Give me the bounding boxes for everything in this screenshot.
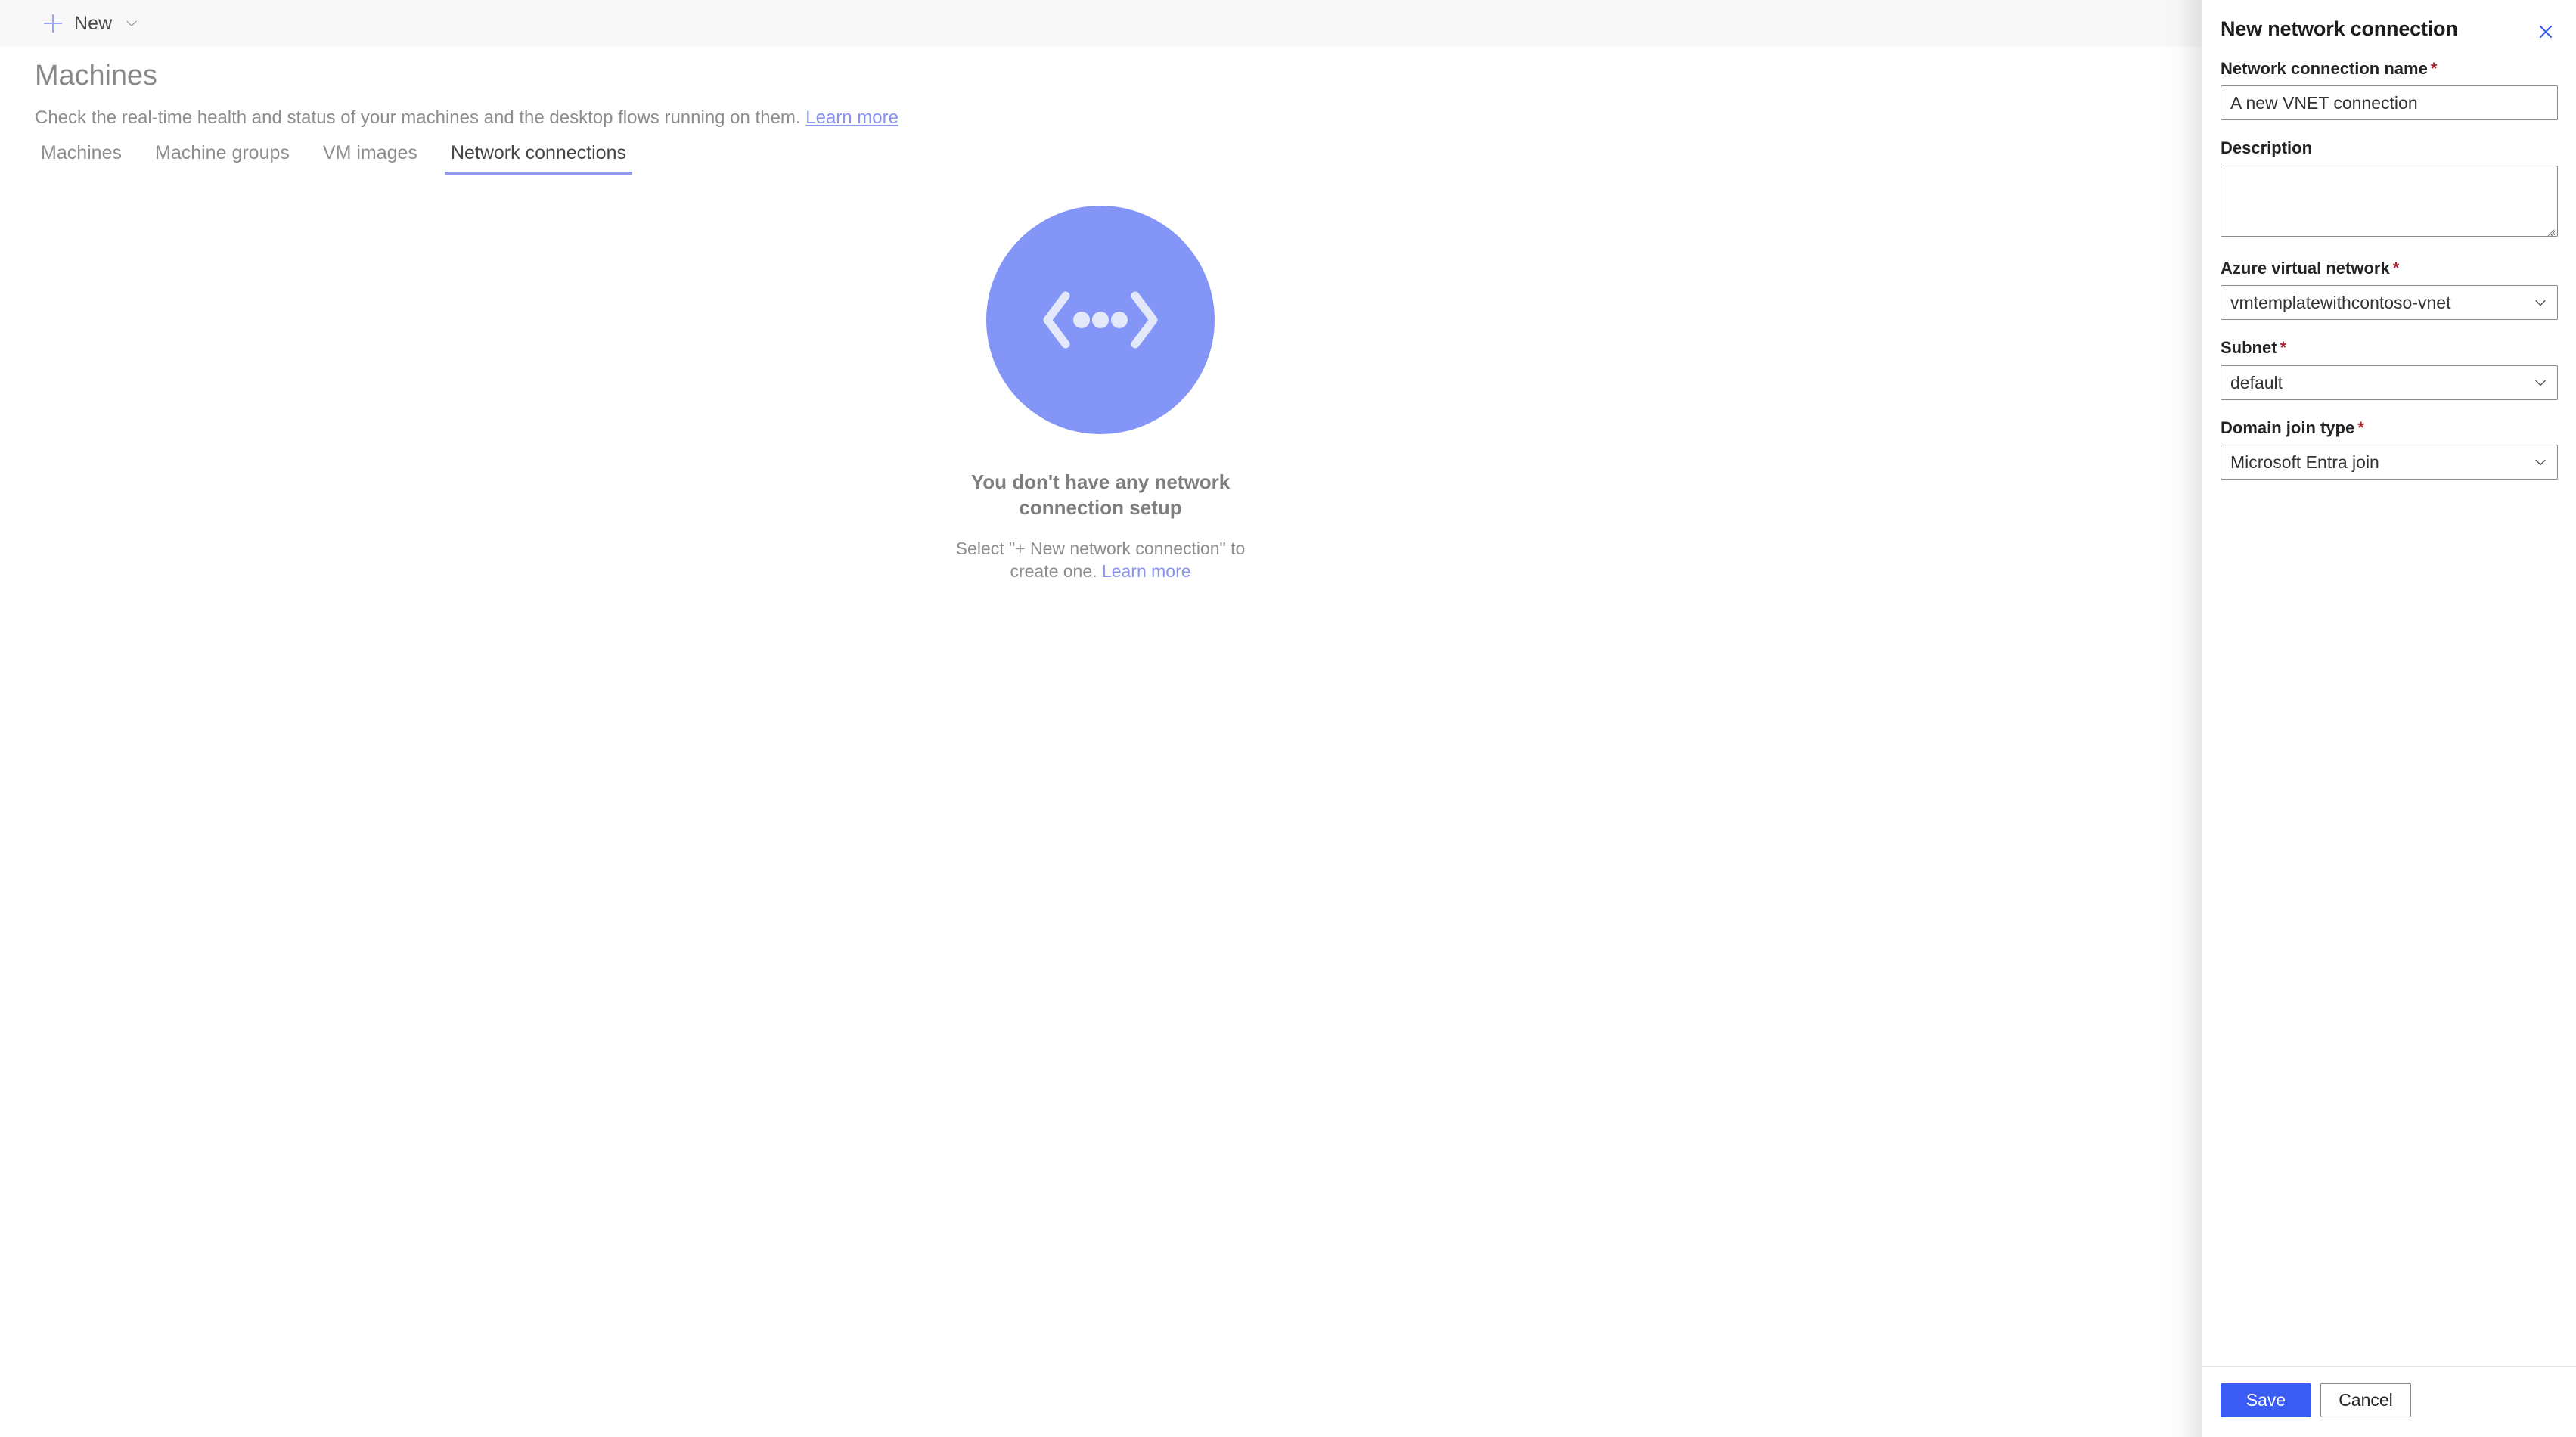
panel-title: New network connection xyxy=(2221,17,2458,40)
save-button[interactable]: Save xyxy=(2221,1383,2311,1417)
panel-shadow xyxy=(2160,0,2202,1437)
subnet-label: Subnet * xyxy=(2221,338,2558,358)
required-marker: * xyxy=(2357,417,2364,437)
required-marker: * xyxy=(2392,258,2400,278)
description-label: Description xyxy=(2221,138,2313,158)
page-subtitle-learn-more-link[interactable]: Learn more xyxy=(805,107,898,128)
app-root: New Machines Check the real-time health … xyxy=(0,0,2576,1437)
required-marker: * xyxy=(2430,59,2438,78)
domain-join-type-select-wrapper: Microsoft Entra join xyxy=(2221,444,2558,480)
required-marker: * xyxy=(2280,338,2287,358)
field-subnet: Subnet * default xyxy=(2221,338,2558,400)
azure-virtual-network-label-text: Azure virtual network xyxy=(2221,258,2390,278)
tab-machine-groups[interactable]: Machine groups xyxy=(138,142,306,175)
new-button-label: New xyxy=(74,12,113,34)
azure-virtual-network-select-wrapper: vmtemplatewithcontoso-vnet xyxy=(2221,285,2558,321)
chevron-down-icon xyxy=(124,16,139,31)
subnet-label-text: Subnet xyxy=(2221,338,2277,358)
cancel-button[interactable]: Cancel xyxy=(2320,1383,2411,1417)
network-connection-name-label-text: Network connection name xyxy=(2221,59,2428,78)
subnet-select-wrapper: default xyxy=(2221,365,2558,400)
description-textarea[interactable] xyxy=(2221,165,2558,237)
description-textarea-wrapper xyxy=(2221,165,2558,241)
field-network-connection-name: Network connection name * xyxy=(2221,59,2558,121)
tab-list: Machines Machine groups VM images Networ… xyxy=(35,142,643,175)
domain-join-type-select[interactable]: Microsoft Entra join xyxy=(2221,444,2558,480)
tab-machines[interactable]: Machines xyxy=(35,142,138,175)
domain-join-type-label: Domain join type * xyxy=(2221,418,2558,438)
new-button[interactable]: New xyxy=(35,5,147,42)
close-icon[interactable] xyxy=(2532,18,2559,45)
empty-state-title: You don't have any network connection se… xyxy=(970,470,1231,520)
panel-body: Network connection name* Description xyxy=(2202,45,2576,1366)
azure-virtual-network-select[interactable]: vmtemplatewithcontoso-vnet xyxy=(2221,285,2558,321)
page-header: Machines Check the real-time health and … xyxy=(35,59,898,129)
empty-state-learn-more-link[interactable]: Learn more xyxy=(1102,561,1191,581)
domain-join-type-label-text: Domain join type xyxy=(2221,417,2355,437)
tab-vm-images[interactable]: VM images xyxy=(306,142,434,175)
plus-icon xyxy=(42,13,64,34)
empty-state-description: Select "+ New network connection" to cre… xyxy=(930,538,1271,583)
field-description: Description xyxy=(2221,138,2558,240)
panel-footer: Save Cancel xyxy=(2202,1366,2576,1437)
page-subtitle-text: Check the real-time health and status of… xyxy=(35,107,801,128)
tab-network-connections[interactable]: Network connections xyxy=(434,142,643,175)
field-domain-join-type: Domain join type * Microsoft Entra join xyxy=(2221,418,2558,480)
page-subtitle: Check the real-time health and status of… xyxy=(35,106,898,129)
new-network-connection-panel: New network connection Network connectio… xyxy=(2202,0,2576,1437)
page-title: Machines xyxy=(35,60,157,92)
command-bar: New xyxy=(0,0,2201,47)
empty-state: You don't have any network connection se… xyxy=(0,0,2201,1437)
azure-virtual-network-label: Azure virtual network * xyxy=(2221,259,2558,278)
field-azure-virtual-network: Azure virtual network * vmtemplatewithcon… xyxy=(2221,259,2558,321)
empty-state-description-text: Select "+ New network connection" to cre… xyxy=(955,538,1246,581)
subnet-select[interactable]: default xyxy=(2221,365,2558,400)
panel-header: New network connection xyxy=(2202,0,2576,45)
network-connection-name-input[interactable] xyxy=(2221,85,2558,121)
network-connection-name-label: Network connection name * xyxy=(2221,59,2558,79)
network-connection-illustration-icon xyxy=(986,206,1215,434)
